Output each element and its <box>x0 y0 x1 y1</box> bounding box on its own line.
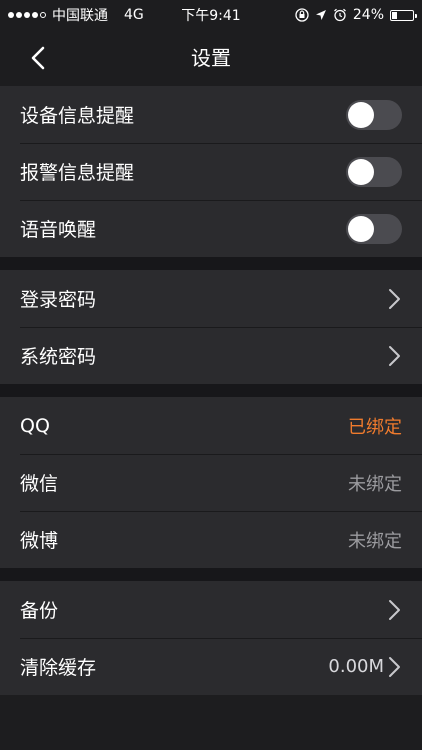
chevron-right-icon <box>389 345 400 366</box>
row-label: 微信 <box>20 473 59 495</box>
status-left: 中国联通 4G <box>8 5 144 25</box>
account-binding-group: QQ 已绑定 微信 未绑定 微博 未绑定 <box>0 397 422 568</box>
chevron-right-icon <box>389 656 400 677</box>
page-title: 设置 <box>191 46 231 70</box>
toggle-knob <box>348 101 374 128</box>
carrier-name: 中国联通 <box>52 8 108 24</box>
chevron-right-icon <box>389 288 400 309</box>
weibo-binding-status: 未绑定 <box>348 530 402 552</box>
voice-wake-toggle[interactable] <box>346 213 402 244</box>
row-label: 清除缓存 <box>20 657 97 679</box>
alarm-info-toggle[interactable] <box>346 156 402 187</box>
location-arrow-icon <box>315 10 326 20</box>
qq-binding-status: 已绑定 <box>348 416 402 438</box>
row-label: 登录密码 <box>20 289 97 311</box>
status-bar: 中国联通 4G 下午9:41 24% <box>0 0 422 30</box>
cache-value-wrapper: 0.00M <box>328 655 402 679</box>
section-divider <box>0 384 422 397</box>
row-label: 备份 <box>20 600 59 622</box>
toggle-knob <box>348 215 374 242</box>
row-label: 微博 <box>20 530 59 552</box>
settings-row-alarm-info: 报警信息提醒 <box>0 143 422 200</box>
cache-size-value: 0.00M <box>328 656 384 677</box>
row-label: 设备信息提醒 <box>20 105 135 127</box>
battery-percentage: 24% <box>352 7 384 23</box>
wechat-binding-status: 未绑定 <box>348 473 402 495</box>
settings-row-system-password[interactable]: 系统密码 <box>0 327 422 384</box>
settings-row-backup[interactable]: 备份 <box>0 581 422 638</box>
settings-row-device-info: 设备信息提醒 <box>0 86 422 143</box>
network-type: 4G <box>124 7 144 23</box>
storage-settings-group: 备份 清除缓存 0.00M <box>0 581 422 695</box>
settings-row-clear-cache[interactable]: 清除缓存 0.00M <box>0 638 422 695</box>
orientation-lock-icon <box>295 8 309 22</box>
signal-strength-icon <box>8 12 46 18</box>
section-divider <box>0 257 422 270</box>
device-info-toggle[interactable] <box>346 99 402 130</box>
settings-row-voice-wake: 语音唤醒 <box>0 200 422 257</box>
navigation-bar: 设置 <box>0 30 422 87</box>
row-label: 语音唤醒 <box>20 219 97 241</box>
settings-row-login-password[interactable]: 登录密码 <box>0 270 422 327</box>
settings-row-weibo[interactable]: 微博 未绑定 <box>0 511 422 568</box>
password-settings-group: 登录密码 系统密码 <box>0 270 422 384</box>
section-divider <box>0 568 422 581</box>
settings-row-qq[interactable]: QQ 已绑定 <box>0 397 422 454</box>
row-label: 系统密码 <box>20 346 97 368</box>
alarm-clock-icon <box>333 8 346 22</box>
settings-row-wechat[interactable]: 微信 未绑定 <box>0 454 422 511</box>
toggle-knob <box>348 158 374 185</box>
settings-content: 设备信息提醒 报警信息提醒 语音唤醒 登录密码 系统密码 QQ 已绑定 微信 未… <box>0 86 422 695</box>
chevron-right-icon <box>389 599 400 620</box>
battery-fill <box>392 11 397 19</box>
row-label: 报警信息提醒 <box>20 162 135 184</box>
row-label: QQ <box>20 414 50 437</box>
status-right: 24% <box>295 7 417 23</box>
battery-icon <box>390 9 417 21</box>
notification-settings-group: 设备信息提醒 报警信息提醒 语音唤醒 <box>0 86 422 257</box>
